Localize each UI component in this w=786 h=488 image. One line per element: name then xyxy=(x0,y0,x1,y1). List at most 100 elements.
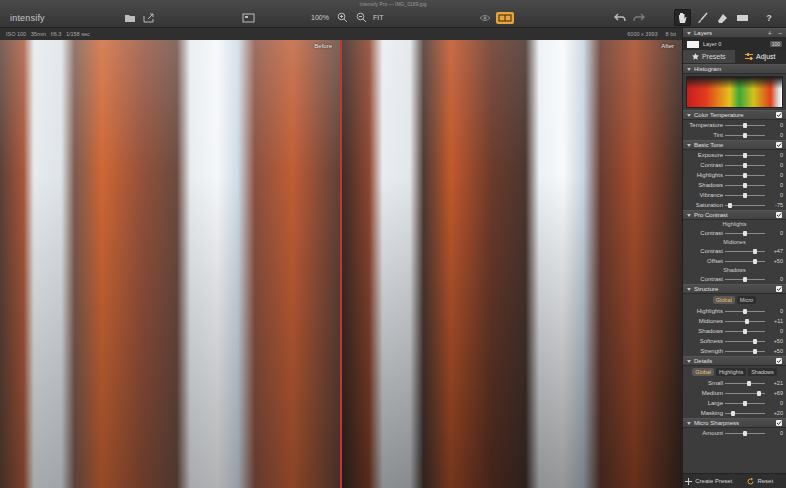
slider-thumb[interactable] xyxy=(743,153,747,158)
slider-value[interactable]: 0 xyxy=(767,276,783,282)
remove-layer-button[interactable]: − xyxy=(778,30,782,37)
panel-tab[interactable]: Adjust xyxy=(735,50,786,64)
slider-thumb[interactable] xyxy=(753,339,757,344)
zoom-level[interactable]: 100% xyxy=(311,14,329,21)
panel-tab[interactable]: Presets xyxy=(683,50,735,64)
add-layer-button[interactable]: + xyxy=(768,30,772,37)
slider-thumb[interactable] xyxy=(757,391,761,396)
slider-value[interactable]: 0 xyxy=(767,162,783,168)
layer-opacity[interactable]: 100 xyxy=(770,41,782,47)
slider-value[interactable]: 0 xyxy=(767,328,783,334)
slider-thumb[interactable] xyxy=(753,349,757,354)
slider-track[interactable] xyxy=(725,403,765,404)
slider-thumb[interactable] xyxy=(743,309,747,314)
slider-value[interactable]: +50 xyxy=(767,258,783,264)
slider-value[interactable]: 0 xyxy=(767,172,783,178)
slider-value[interactable]: 0 xyxy=(767,430,783,436)
slider-thumb[interactable] xyxy=(743,193,747,198)
slider-track[interactable] xyxy=(725,321,765,322)
gradient-tool[interactable] xyxy=(734,9,751,26)
disclosure-icon[interactable] xyxy=(687,68,691,71)
disclosure-icon[interactable] xyxy=(687,32,691,35)
slider-track[interactable] xyxy=(725,251,765,252)
slider-track[interactable] xyxy=(725,195,765,196)
slider-track[interactable] xyxy=(725,185,765,186)
segment-tab[interactable]: Global xyxy=(692,368,714,376)
segment-tab[interactable]: Global xyxy=(713,296,735,304)
section-header[interactable]: Basic Tone xyxy=(683,140,786,150)
brush-tool[interactable] xyxy=(694,9,711,26)
create-preset-button[interactable]: Create Preset xyxy=(683,474,735,488)
help-button[interactable]: ? xyxy=(761,10,777,26)
redo-button[interactable] xyxy=(631,10,647,26)
segment-tab[interactable]: Highlights xyxy=(716,368,746,376)
slider-value[interactable]: 0 xyxy=(767,182,783,188)
split-view-button[interactable] xyxy=(496,12,514,24)
slider-thumb[interactable] xyxy=(743,231,747,236)
slider-thumb[interactable] xyxy=(753,259,757,264)
section-header[interactable]: Details xyxy=(683,356,786,366)
share-button[interactable] xyxy=(141,10,157,26)
slider-value[interactable]: 0 xyxy=(767,308,783,314)
disclosure-icon[interactable] xyxy=(687,114,691,117)
slider-track[interactable] xyxy=(725,351,765,352)
open-button[interactable] xyxy=(122,10,138,26)
section-checkbox[interactable] xyxy=(776,112,782,118)
slider-track[interactable] xyxy=(725,261,765,262)
slider-value[interactable]: +20 xyxy=(767,410,783,416)
slider-value[interactable]: 0 xyxy=(767,230,783,236)
slider-value[interactable]: 0 xyxy=(767,132,783,138)
slider-thumb[interactable] xyxy=(743,329,747,334)
section-checkbox[interactable] xyxy=(776,142,782,148)
segment-tab[interactable]: Shadows xyxy=(748,368,777,376)
slider-thumb[interactable] xyxy=(743,401,747,406)
section-checkbox[interactable] xyxy=(776,212,782,218)
section-header[interactable]: Pro Contrast xyxy=(683,210,786,220)
slider-value[interactable]: +50 xyxy=(767,348,783,354)
slider-thumb[interactable] xyxy=(728,203,732,208)
slider-value[interactable]: +47 xyxy=(767,248,783,254)
disclosure-icon[interactable] xyxy=(687,144,691,147)
slider-thumb[interactable] xyxy=(743,173,747,178)
slider-value[interactable]: +69 xyxy=(767,390,783,396)
slider-thumb[interactable] xyxy=(731,411,735,416)
slider-track[interactable] xyxy=(725,205,765,206)
slider-track[interactable] xyxy=(725,413,765,414)
slider-thumb[interactable] xyxy=(743,133,747,138)
slider-track[interactable] xyxy=(725,233,765,234)
slider-value[interactable]: -75 xyxy=(767,202,783,208)
section-checkbox[interactable] xyxy=(776,286,782,292)
eraser-tool[interactable] xyxy=(714,9,731,26)
hand-tool[interactable] xyxy=(674,9,691,26)
slider-value[interactable]: 0 xyxy=(767,122,783,128)
section-checkbox[interactable] xyxy=(776,420,782,426)
slider-track[interactable] xyxy=(725,155,765,156)
preview-button[interactable] xyxy=(477,10,493,26)
compare-button[interactable] xyxy=(240,10,256,26)
slider-thumb[interactable] xyxy=(745,319,749,324)
slider-thumb[interactable] xyxy=(743,163,747,168)
slider-track[interactable] xyxy=(725,393,765,394)
slider-track[interactable] xyxy=(725,125,765,126)
fit-button[interactable]: FIT xyxy=(373,14,384,21)
reset-button[interactable]: Reset xyxy=(735,474,786,488)
slider-thumb[interactable] xyxy=(753,249,757,254)
slider-value[interactable]: 0 xyxy=(767,152,783,158)
slider-thumb[interactable] xyxy=(743,431,747,436)
section-header[interactable]: Color Temperature xyxy=(683,110,786,120)
section-checkbox[interactable] xyxy=(776,358,782,364)
segment-tab[interactable]: Micro xyxy=(737,296,756,304)
slider-thumb[interactable] xyxy=(743,277,747,282)
slider-thumb[interactable] xyxy=(743,123,747,128)
slider-value[interactable]: 0 xyxy=(767,192,783,198)
disclosure-icon[interactable] xyxy=(687,360,691,363)
slider-track[interactable] xyxy=(725,341,765,342)
slider-thumb[interactable] xyxy=(743,183,747,188)
slider-track[interactable] xyxy=(725,165,765,166)
zoom-out-button[interactable] xyxy=(354,10,370,26)
layer-row[interactable]: Layer 0100 xyxy=(683,38,786,50)
slider-value[interactable]: +11 xyxy=(767,318,783,324)
slider-value[interactable]: +50 xyxy=(767,338,783,344)
slider-thumb[interactable] xyxy=(747,381,751,386)
slider-track[interactable] xyxy=(725,135,765,136)
